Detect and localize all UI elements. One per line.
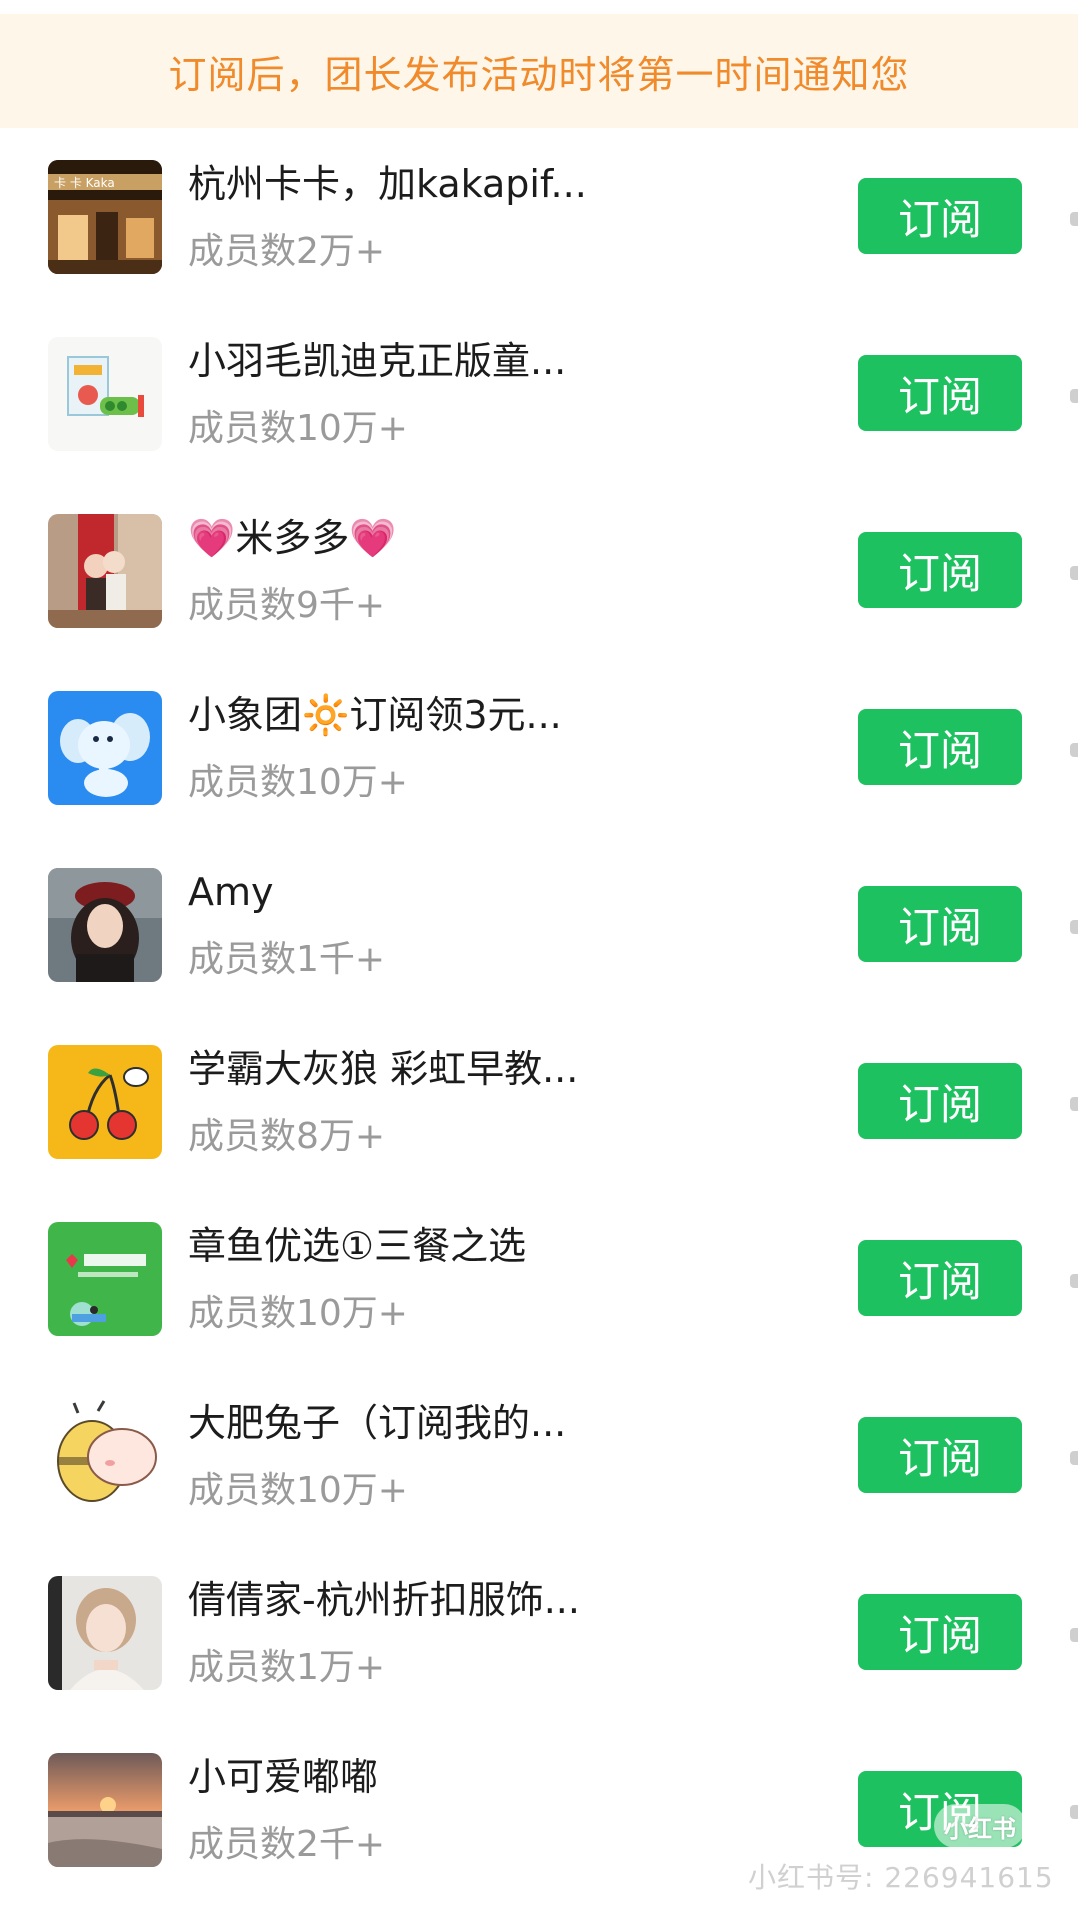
list-item[interactable]: 小羽毛凯迪克正版童... 成员数10万+ 订阅 <box>0 309 1078 486</box>
edge-indicator <box>1070 1628 1078 1642</box>
member-count: 成员数10万+ <box>188 1470 408 1511</box>
member-count: 成员数1千+ <box>188 939 386 980</box>
svg-text:卡 卡 Kaka: 卡 卡 Kaka <box>54 176 115 190</box>
list-item[interactable]: 大肥兔子（订阅我的... 成员数10万+ 订阅 <box>0 1371 1078 1548</box>
member-count: 成员数2千+ <box>188 1824 386 1865</box>
edge-indicator <box>1070 1097 1078 1111</box>
subscribe-button[interactable]: 订阅 <box>858 532 1022 608</box>
group-name: 大肥兔子（订阅我的... <box>188 1401 567 1445</box>
subscribe-button[interactable]: 订阅 <box>858 886 1022 962</box>
group-name: 小可爱嘟嘟 <box>188 1755 379 1799</box>
list-item[interactable]: 小象团🔆订阅领3元... 成员数10万+ 订阅 <box>0 663 1078 840</box>
edge-indicator <box>1070 743 1078 757</box>
list-item[interactable]: 卡 卡 Kaka 杭州卡卡，加kakapif... 成员数2万+ 订阅 <box>0 132 1078 309</box>
group-name: 小象团🔆订阅领3元... <box>188 693 562 737</box>
subscribe-button[interactable]: 订阅 <box>858 1417 1022 1493</box>
list-item[interactable]: 💗米多多💗 成员数9千+ 订阅 <box>0 486 1078 663</box>
member-count: 成员数9千+ <box>188 585 386 626</box>
edge-indicator <box>1070 920 1078 934</box>
group-name: 杭州卡卡，加kakapif... <box>188 162 587 206</box>
edge-indicator <box>1070 1274 1078 1288</box>
watermark-text: 小红书号: 226941615 <box>748 1861 1054 1894</box>
edge-indicator <box>1070 566 1078 580</box>
group-name: 倩倩家-杭州折扣服饰... <box>188 1578 580 1622</box>
notice-banner-text: 订阅后，团长发布活动时将第一时间通知您 <box>168 52 910 97</box>
notice-banner: 订阅后，团长发布活动时将第一时间通知您 <box>0 14 1078 128</box>
subscribe-button[interactable]: 订阅 <box>858 178 1022 254</box>
list-item[interactable]: 章鱼优选①三餐之选 成员数10万+ 订阅 <box>0 1194 1078 1371</box>
member-count: 成员数10万+ <box>188 408 408 449</box>
member-count: 成员数10万+ <box>188 1293 408 1334</box>
girl-selfie-avatar <box>48 1576 162 1690</box>
list-item[interactable]: 倩倩家-杭州折扣服饰... 成员数1万+ 订阅 <box>0 1548 1078 1725</box>
group-name: Amy <box>188 870 274 914</box>
girl-portrait-avatar <box>48 868 162 982</box>
bee-cartoon-avatar <box>48 1399 162 1513</box>
group-name: 💗米多多💗 <box>188 516 397 560</box>
group-list: 卡 卡 Kaka 杭州卡卡，加kakapif... 成员数2万+ 订阅 小羽毛凯… <box>0 132 1078 1902</box>
octopus-select-avatar <box>48 1222 162 1336</box>
list-item[interactable]: 学霸大灰狼 彩虹早教... 成员数8万+ 订阅 <box>0 1017 1078 1194</box>
edge-indicator <box>1070 212 1078 226</box>
group-name: 章鱼优选①三餐之选 <box>188 1224 527 1268</box>
subscribe-button[interactable]: 订阅 <box>858 1594 1022 1670</box>
cherry-avatar <box>48 1045 162 1159</box>
elephant-avatar <box>48 691 162 805</box>
subscribe-button[interactable]: 订阅 <box>858 1240 1022 1316</box>
subscribe-button[interactable]: 订阅 <box>858 355 1022 431</box>
sunset-beach-avatar <box>48 1753 162 1867</box>
group-name: 学霸大灰狼 彩虹早教... <box>188 1047 579 1091</box>
edge-indicator <box>1070 389 1078 403</box>
list-item[interactable]: Amy 成员数1千+ 订阅 <box>0 840 1078 1017</box>
member-count: 成员数2万+ <box>188 231 386 272</box>
member-count: 成员数1万+ <box>188 1647 386 1688</box>
subscribe-button[interactable]: 订阅 <box>858 1063 1022 1139</box>
edge-indicator <box>1070 1805 1078 1819</box>
couple-photo-avatar <box>48 514 162 628</box>
group-name: 小羽毛凯迪克正版童... <box>188 339 567 383</box>
edge-indicator <box>1070 1451 1078 1465</box>
xiaohongshu-watermark-logo: 小红书 <box>934 1804 1026 1848</box>
picture-books-avatar <box>48 337 162 451</box>
member-count: 成员数10万+ <box>188 762 408 803</box>
member-count: 成员数8万+ <box>188 1116 386 1157</box>
subscribe-button[interactable]: 订阅 <box>858 709 1022 785</box>
kaka-store-avatar: 卡 卡 Kaka <box>48 160 162 274</box>
